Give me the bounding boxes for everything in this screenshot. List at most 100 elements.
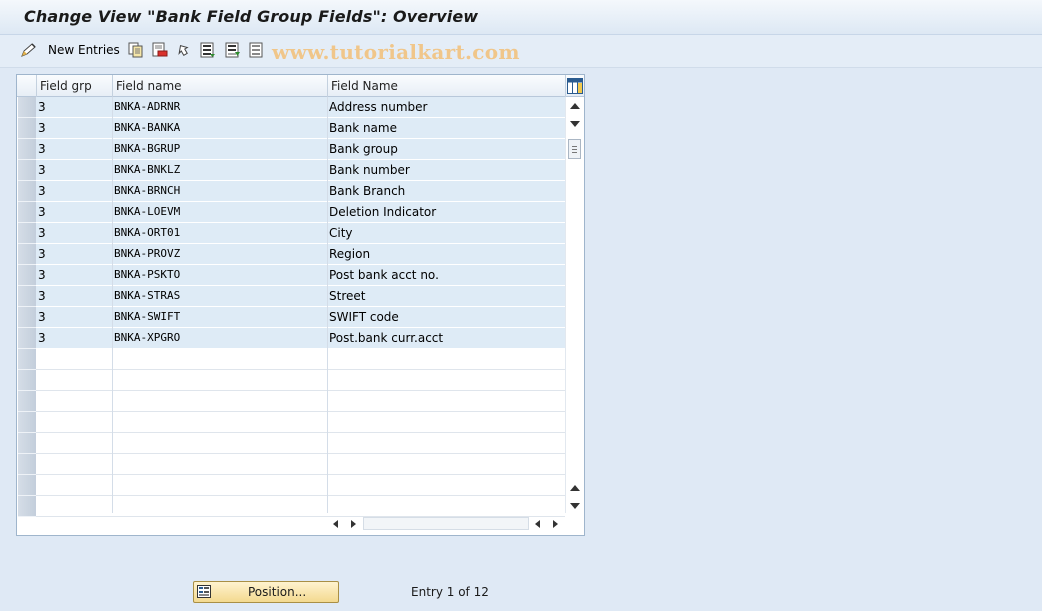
- row-selector[interactable]: [18, 328, 36, 349]
- empty-table-row[interactable]: [36, 454, 565, 475]
- vertical-scrollbar[interactable]: [565, 97, 584, 513]
- column-header-field-name[interactable]: Field name: [112, 75, 327, 97]
- cell-field-grp: 3: [38, 268, 46, 282]
- table-header: Field grp Field name Field Name: [17, 75, 584, 97]
- cell-field-description: Deletion Indicator: [329, 205, 437, 219]
- row-selector[interactable]: [18, 202, 36, 223]
- scroll-down-arrow-icon[interactable]: [570, 121, 580, 127]
- cell-field-description: Post bank acct no.: [329, 268, 439, 282]
- row-selector[interactable]: [18, 349, 36, 370]
- cell-field-name: BNKA-PSKTO: [114, 268, 181, 281]
- empty-table-row[interactable]: [36, 370, 565, 391]
- row-selector[interactable]: [18, 475, 36, 496]
- select-all-icon[interactable]: [200, 41, 216, 59]
- scroll-left-arrow-icon[interactable]: [333, 520, 338, 528]
- row-selector[interactable]: [18, 118, 36, 139]
- scroll-up-arrow-icon[interactable]: [570, 103, 580, 109]
- cell-field-name: BNKA-BANKA: [114, 121, 181, 134]
- entry-counter: Entry 1 of 12: [411, 585, 489, 599]
- table-row[interactable]: 3 BNKA-BGRUP Bank group: [36, 139, 565, 160]
- copy-icon[interactable]: [128, 41, 144, 59]
- table-row[interactable]: 3 BNKA-BNKLZ Bank number: [36, 160, 565, 181]
- select-all-rows-cell[interactable]: [17, 75, 36, 97]
- horizontal-scroll-track[interactable]: [363, 517, 529, 530]
- row-selector[interactable]: [18, 307, 36, 328]
- scroll-page-up-arrow-icon[interactable]: [570, 485, 580, 491]
- empty-table-row[interactable]: [36, 412, 565, 433]
- deselect-all-icon[interactable]: [249, 41, 265, 59]
- table-row[interactable]: 3 BNKA-BRNCH Bank Branch: [36, 181, 565, 202]
- empty-table-row[interactable]: [36, 433, 565, 454]
- position-button-label: Position...: [248, 585, 307, 599]
- row-selector[interactable]: [18, 244, 36, 265]
- row-selector[interactable]: [18, 370, 36, 391]
- undo-icon[interactable]: [175, 41, 193, 59]
- row-selector[interactable]: [18, 97, 36, 118]
- cell-field-grp: 3: [38, 247, 46, 261]
- cell-field-description: Bank name: [329, 121, 397, 135]
- row-selector[interactable]: [18, 454, 36, 475]
- row-selector[interactable]: [18, 391, 36, 412]
- cell-field-name: BNKA-XPGRO: [114, 331, 181, 344]
- title-bar: Change View "Bank Field Group Fields": O…: [0, 0, 1042, 35]
- row-selector[interactable]: [18, 139, 36, 160]
- table-row[interactable]: 3 BNKA-XPGRO Post.bank curr.acct: [36, 328, 565, 349]
- position-button[interactable]: Position...: [193, 581, 339, 603]
- cell-field-grp: 3: [38, 331, 46, 345]
- scroll-page-down-arrow-icon[interactable]: [570, 503, 580, 509]
- scroll-thumb[interactable]: [568, 139, 581, 159]
- cell-field-grp: 3: [38, 100, 46, 114]
- table-row[interactable]: 3 BNKA-BANKA Bank name: [36, 118, 565, 139]
- cell-field-name: BNKA-SWIFT: [114, 310, 181, 323]
- row-selector[interactable]: [18, 160, 36, 181]
- edit-pencil-icon[interactable]: [20, 41, 38, 59]
- cell-field-grp: 3: [38, 121, 46, 135]
- cell-field-name: BNKA-BNKLZ: [114, 163, 181, 176]
- scroll-right-arrow-icon[interactable]: [351, 520, 356, 528]
- application-toolbar: New Entries: [0, 35, 1042, 68]
- table-row[interactable]: 3 BNKA-ADRNR Address number: [36, 97, 565, 118]
- row-selector[interactable]: [18, 412, 36, 433]
- scroll-right-arrow-icon[interactable]: [553, 520, 558, 528]
- cell-field-grp: 3: [38, 184, 46, 198]
- cell-field-grp: 3: [38, 226, 46, 240]
- cell-field-description: Bank number: [329, 163, 410, 177]
- row-selector[interactable]: [18, 223, 36, 244]
- cell-field-description: Street: [329, 289, 366, 303]
- empty-table-row[interactable]: [36, 496, 565, 517]
- table-row[interactable]: 3 BNKA-ORT01 City: [36, 223, 565, 244]
- row-selector[interactable]: [18, 265, 36, 286]
- table-control: Field grp Field name Field Name 3 BNKA-AD…: [16, 74, 585, 536]
- cell-field-grp: 3: [38, 289, 46, 303]
- table-row[interactable]: 3 BNKA-STRAS Street: [36, 286, 565, 307]
- watermark-text: www.tutorialkart.com: [272, 40, 520, 64]
- empty-table-row[interactable]: [36, 475, 565, 496]
- new-entries-button[interactable]: New Entries: [48, 41, 120, 59]
- row-selector[interactable]: [18, 286, 36, 307]
- cell-field-name: BNKA-PROVZ: [114, 247, 181, 260]
- cell-field-name: BNKA-ORT01: [114, 226, 181, 239]
- empty-table-row[interactable]: [36, 349, 565, 370]
- delete-icon[interactable]: [152, 41, 168, 59]
- cell-field-description: Bank Branch: [329, 184, 406, 198]
- column-divider: [327, 97, 328, 513]
- cell-field-description: Address number: [329, 100, 428, 114]
- table-settings-icon[interactable]: [565, 75, 584, 97]
- table-row[interactable]: 3 BNKA-SWIFT SWIFT code: [36, 307, 565, 328]
- column-header-field-grp[interactable]: Field grp: [36, 75, 112, 97]
- table-row[interactable]: 3 BNKA-PROVZ Region: [36, 244, 565, 265]
- row-selector[interactable]: [18, 181, 36, 202]
- horizontal-scrollbar[interactable]: [327, 515, 565, 533]
- scroll-left-arrow-icon[interactable]: [535, 520, 540, 528]
- column-header-field-description[interactable]: Field Name: [327, 75, 565, 97]
- table-row[interactable]: 3 BNKA-LOEVM Deletion Indicator: [36, 202, 565, 223]
- row-selector[interactable]: [18, 496, 36, 517]
- cell-field-name: BNKA-ADRNR: [114, 100, 181, 113]
- empty-table-row[interactable]: [36, 391, 565, 412]
- row-selector[interactable]: [18, 433, 36, 454]
- cell-field-description: Region: [329, 247, 371, 261]
- table-row[interactable]: 3 BNKA-PSKTO Post bank acct no.: [36, 265, 565, 286]
- page-title: Change View "Bank Field Group Fields": O…: [24, 7, 479, 26]
- select-block-icon[interactable]: [225, 41, 241, 59]
- cell-field-description: City: [329, 226, 353, 240]
